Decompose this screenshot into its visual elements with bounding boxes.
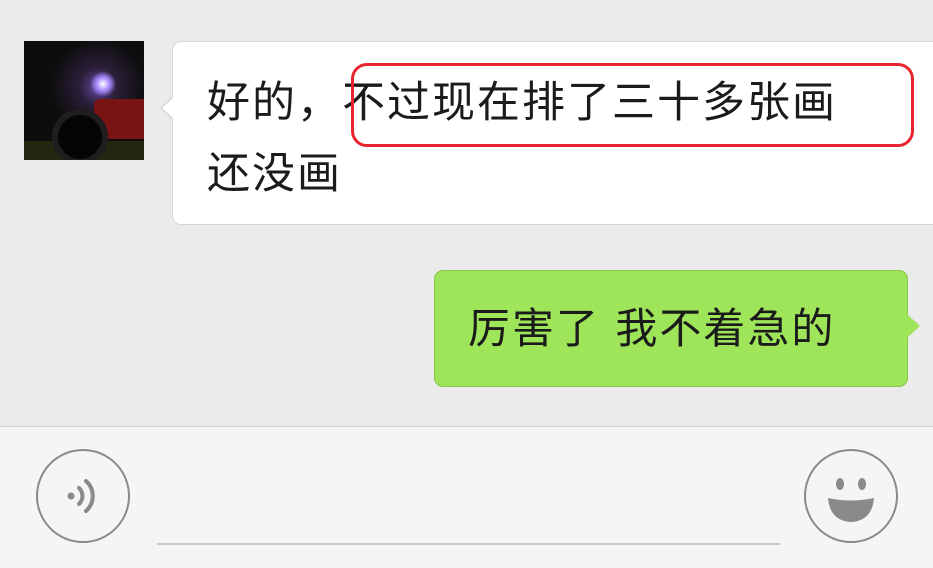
chat-area: 好的，不过现在排了三十多张画 还没画 厉害了 我不着急的 [0,0,933,426]
avatar-light [90,71,116,97]
message-input[interactable] [157,543,780,545]
emoji-button[interactable] [804,449,898,543]
incoming-message-bubble[interactable]: 好的，不过现在排了三十多张画 还没画 [160,41,933,225]
incoming-message-prefix: 好的， [207,78,342,128]
highlight-annotation [351,63,914,147]
voice-button[interactable] [36,449,130,543]
emoji-icon [806,451,896,541]
input-bar [0,426,933,568]
incoming-message-line2: 还没画 [207,149,342,199]
voice-icon [38,451,128,541]
outgoing-message-text: 厉害了 我不着急的 [468,304,836,353]
contact-avatar[interactable] [24,41,144,160]
outgoing-message-bubble[interactable]: 厉害了 我不着急的 [434,270,920,387]
avatar-motorcycle-wheel [52,109,108,160]
